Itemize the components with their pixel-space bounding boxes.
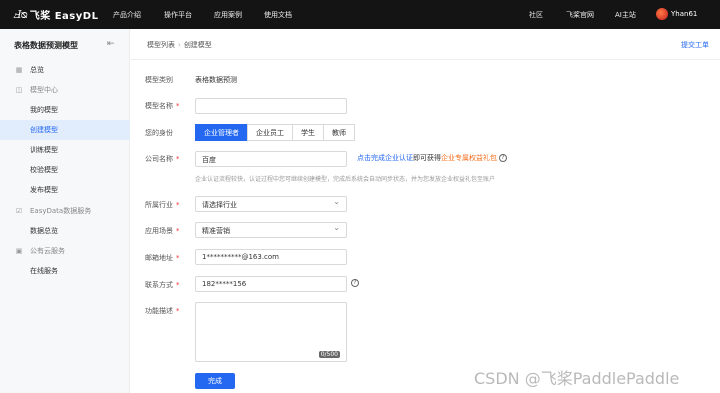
email-input[interactable]: 1**********@163.com xyxy=(195,249,347,265)
collapse-icon[interactable]: ⇤ xyxy=(107,39,115,49)
grid-icon: ▦ xyxy=(15,66,23,74)
sidebar-item-label: 校验模型 xyxy=(30,166,58,174)
model-name-input[interactable] xyxy=(195,98,347,114)
sidebar-item-label: 训练模型 xyxy=(30,146,58,154)
help-icon[interactable]: ? xyxy=(499,154,507,162)
enterprise-gift-link[interactable]: 企业专属权益礼包 xyxy=(441,154,497,162)
phone-help-icon[interactable]: ? xyxy=(351,279,359,287)
enterprise-verify-link[interactable]: 点击完成企业认证 xyxy=(357,154,413,162)
nav-operation-platform[interactable]: 操作平台 xyxy=(164,10,192,20)
sidebar-item-train-model[interactable]: 训练模型 xyxy=(0,140,130,160)
industry-label: 所属行业 * xyxy=(145,201,180,209)
model-type-label: 模型类别 xyxy=(145,76,173,84)
email-label: 邮箱地址 * xyxy=(145,254,180,262)
nav-paddle-site[interactable]: 飞桨官网 xyxy=(566,10,594,20)
description-textarea[interactable]: 0/500 xyxy=(195,302,347,362)
identity-label: 您的身份 xyxy=(145,129,173,137)
sidebar: 表格数据预测模型 ⇤ ▦ 总览 ◫ 模型中心 我的模型 创建模型 训练模型 校验… xyxy=(0,29,130,393)
user-menu[interactable]: Yhan61 xyxy=(656,8,697,20)
scenario-select[interactable]: 精准营销 xyxy=(195,222,347,238)
phone-label: 联系方式 * xyxy=(145,281,180,289)
sidebar-item-label: 公有云服务 xyxy=(30,247,65,255)
breadcrumb-current: 创建模型 xyxy=(183,41,212,49)
sidebar-item-online-service[interactable]: 在线服务 xyxy=(0,261,130,281)
sidebar-item-data-overview[interactable]: 数据总览 xyxy=(0,221,130,241)
company-input[interactable]: 百度 xyxy=(195,151,347,167)
watermark: CSDN @飞桨PaddlePaddle xyxy=(474,369,680,388)
sidebar-item-label: 数据总览 xyxy=(30,227,58,235)
scenario-label: 应用场景 * xyxy=(145,227,180,235)
sidebar-item-model-center[interactable]: ◫ 模型中心 xyxy=(0,80,130,100)
sidebar-item-easydata[interactable]: ☑ EasyData数据服务 xyxy=(0,201,130,221)
breadcrumb-bar: 模型列表 › 创建模型 提交工单 xyxy=(131,29,720,60)
sidebar-item-label: EasyData数据服务 xyxy=(30,207,92,215)
identity-option-manager[interactable]: 企业管理者 xyxy=(195,124,248,141)
sidebar-item-publish-model[interactable]: 发布模型 xyxy=(0,180,130,200)
sidebar-item-label: 我的模型 xyxy=(30,106,58,114)
top-navigation-bar: Ⅎᴓ 飞桨 EasyDL 产品介绍 操作平台 应用案例 使用文档 社区 飞桨官网… xyxy=(0,0,720,29)
nav-community[interactable]: 社区 xyxy=(529,10,543,20)
nav-docs[interactable]: 使用文档 xyxy=(264,10,292,20)
sidebar-item-create-model[interactable]: 创建模型 xyxy=(0,120,130,140)
sidebar-item-label: 在线服务 xyxy=(30,267,58,275)
breadcrumb-model-list[interactable]: 模型列表 xyxy=(147,41,175,49)
verify-note: 企业认证流程较快，认证过程中您可继续创建模型，完成后系统会自动同步状态，并为您发… xyxy=(195,176,496,183)
breadcrumb-separator: › xyxy=(178,41,181,49)
sidebar-item-label: 总览 xyxy=(30,66,44,74)
data-icon: ☑ xyxy=(15,207,23,215)
phone-input[interactable]: 182*****156 xyxy=(195,276,347,292)
verify-mid-text: 即可获得 xyxy=(413,154,441,162)
nav-use-cases[interactable]: 应用案例 xyxy=(214,10,242,20)
nav-ai-site[interactable]: AI主站 xyxy=(615,10,636,20)
breadcrumb: 模型列表 › 创建模型 xyxy=(147,40,212,50)
industry-select[interactable]: 请选择行业 xyxy=(195,196,347,212)
sidebar-item-validate-model[interactable]: 校验模型 xyxy=(0,160,130,180)
sidebar-item-label: 发布模型 xyxy=(30,186,58,194)
cloud-icon: ▣ xyxy=(15,247,23,255)
logo[interactable]: Ⅎᴓ 飞桨 EasyDL xyxy=(14,7,98,22)
company-label: 公司名称 * xyxy=(145,155,180,163)
model-name-label: 模型名称 * xyxy=(145,102,180,110)
identity-options: 企业管理者 企业员工 学生 教师 xyxy=(195,124,355,141)
sidebar-item-public-cloud[interactable]: ▣ 公有云服务 xyxy=(0,241,130,261)
submit-ticket-link[interactable]: 提交工单 xyxy=(681,40,709,50)
char-counter: 0/500 xyxy=(318,351,340,358)
description-label: 功能描述 * xyxy=(145,307,180,315)
avatar xyxy=(656,8,668,20)
model-type-value: 表格数据预测 xyxy=(195,76,237,84)
sidebar-item-my-models[interactable]: 我的模型 xyxy=(0,100,130,120)
paddle-logo-icon: Ⅎᴓ xyxy=(14,8,28,21)
identity-option-employee[interactable]: 企业员工 xyxy=(247,124,293,141)
submit-button[interactable]: 完成 xyxy=(195,373,235,389)
nav-product-intro[interactable]: 产品介绍 xyxy=(113,10,141,20)
sidebar-title: 表格数据预测模型 xyxy=(14,41,78,50)
sidebar-item-overview[interactable]: ▦ 总览 xyxy=(0,60,130,80)
sidebar-item-label: 创建模型 xyxy=(30,126,58,134)
identity-option-teacher[interactable]: 教师 xyxy=(323,124,355,141)
enterprise-verify-hint: 点击完成企业认证即可获得企业专属权益礼包? xyxy=(357,153,507,163)
identity-option-student[interactable]: 学生 xyxy=(292,124,324,141)
username: Yhan61 xyxy=(671,10,698,18)
brand-name: 飞桨 EasyDL xyxy=(29,11,99,22)
sidebar-item-label: 模型中心 xyxy=(30,86,58,94)
cube-icon: ◫ xyxy=(15,86,23,94)
